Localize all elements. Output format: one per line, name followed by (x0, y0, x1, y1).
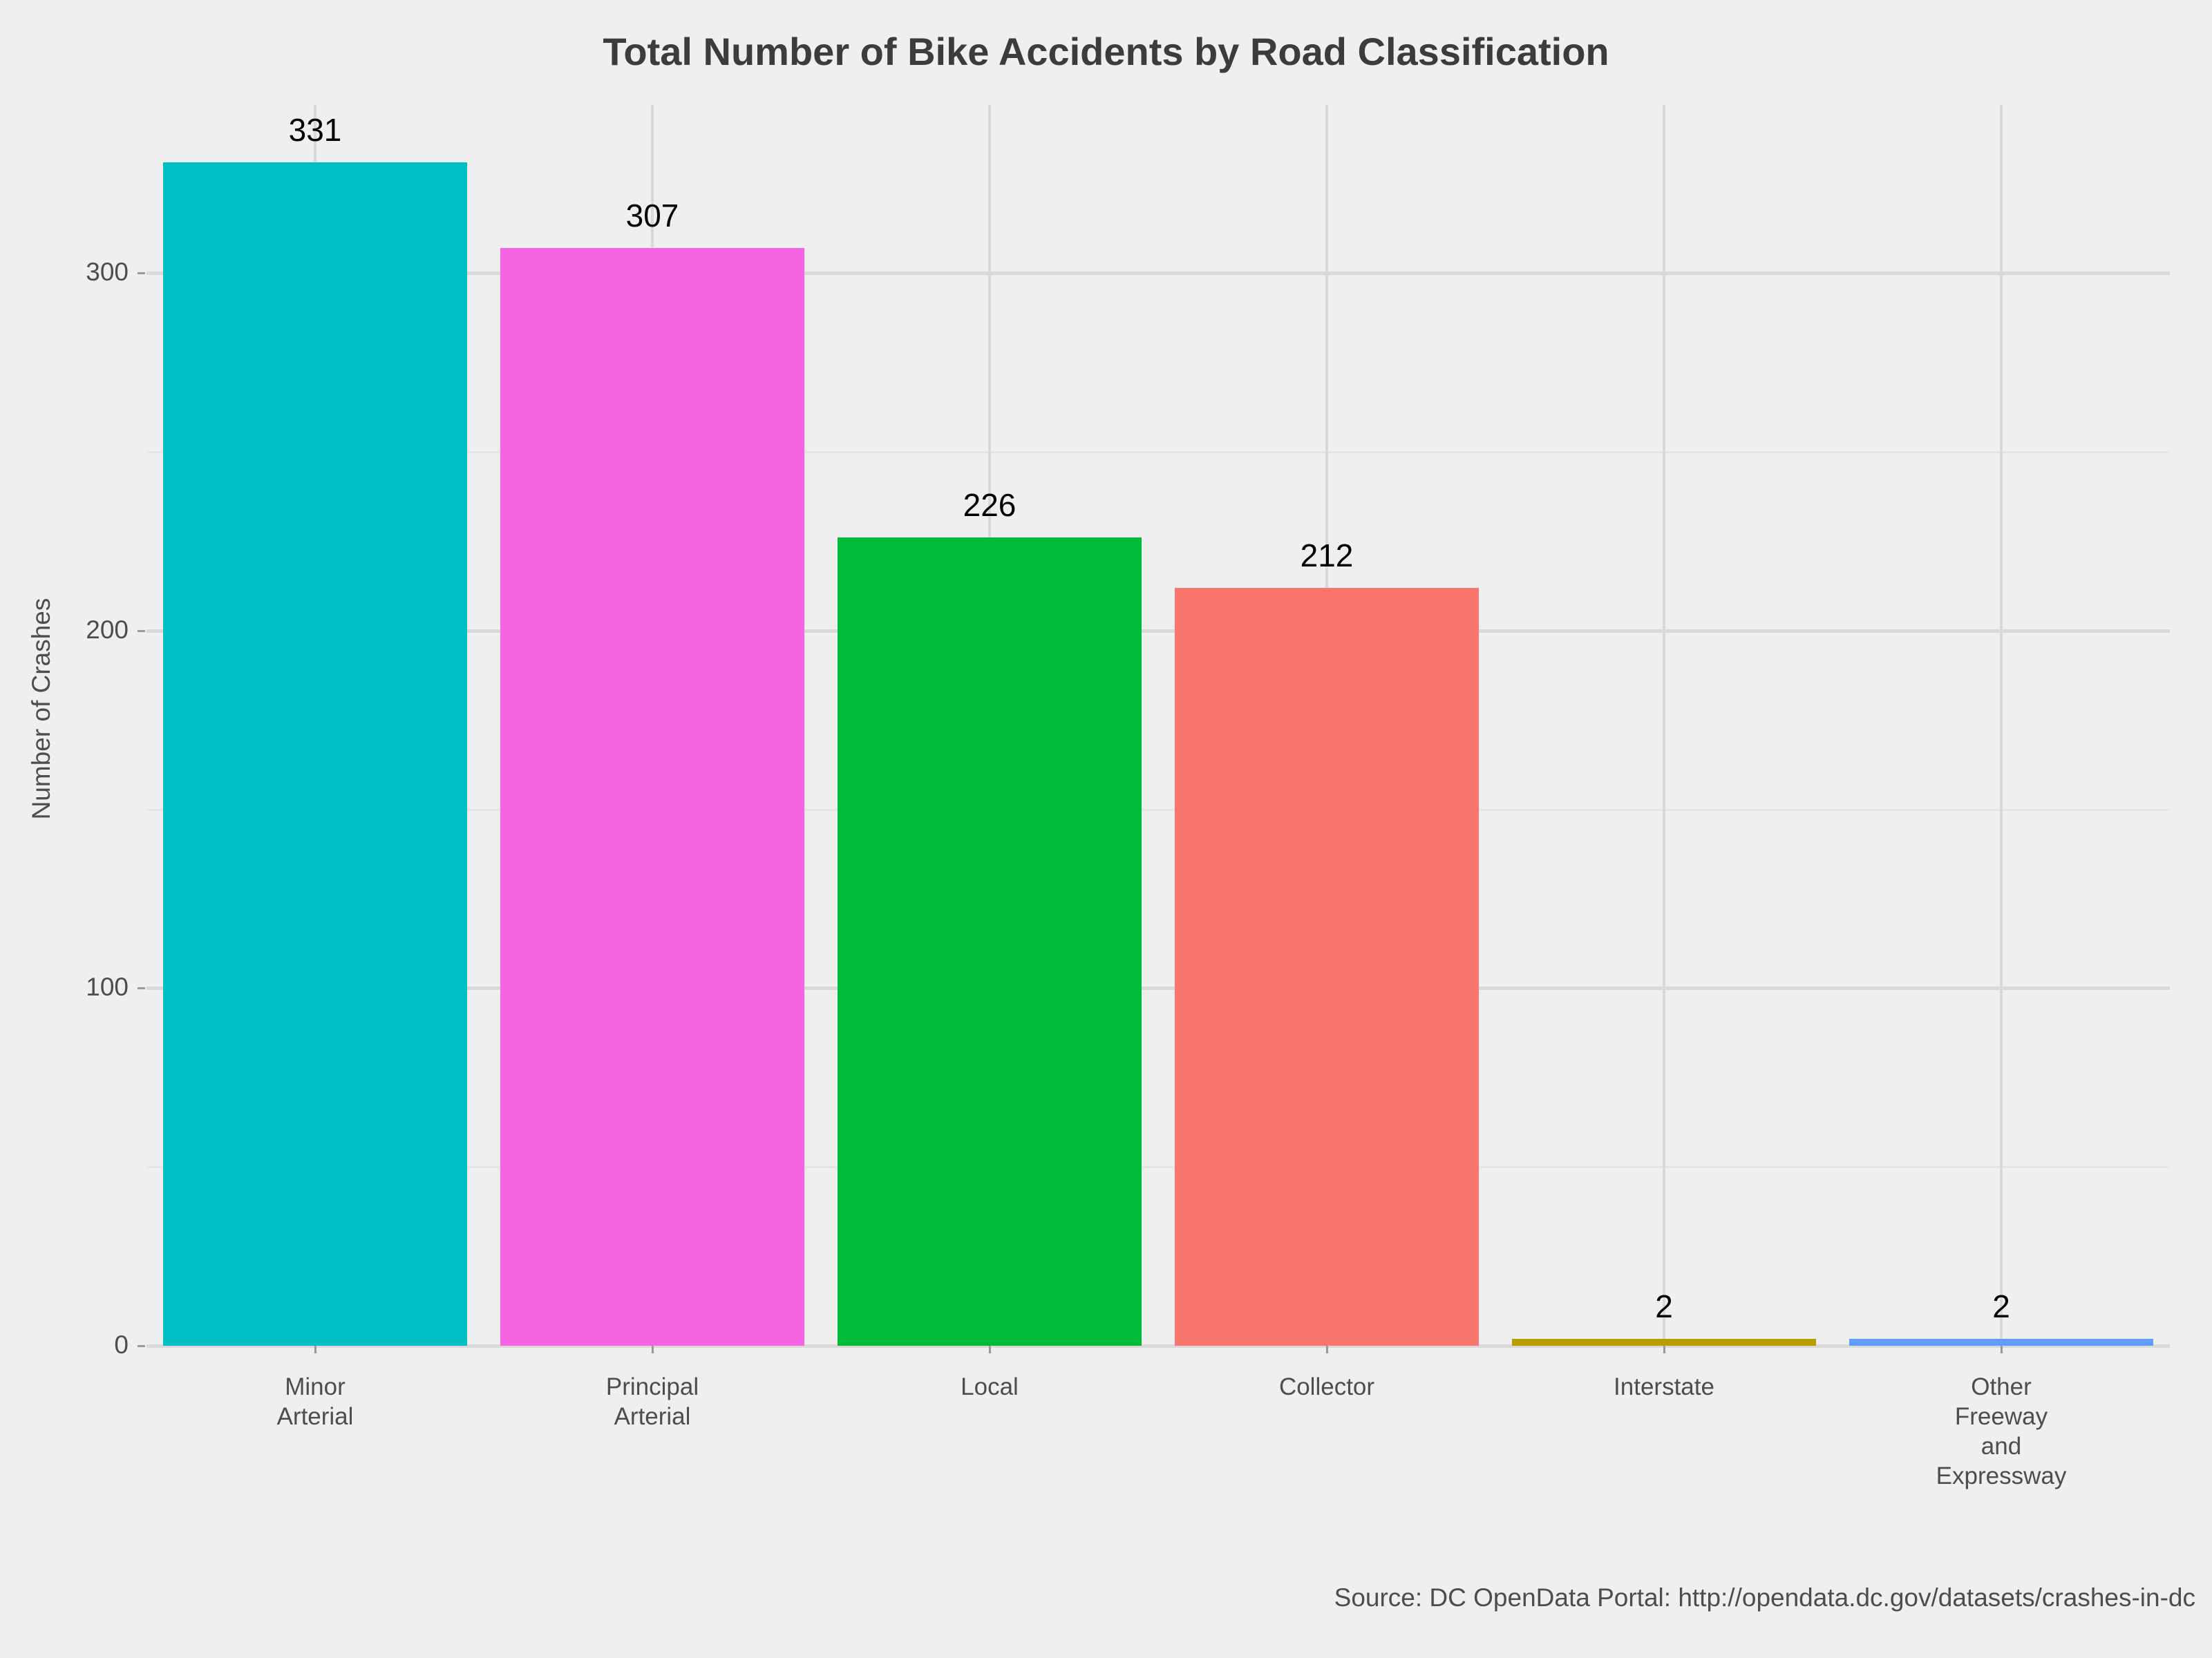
x-axis-tick-mark (314, 1346, 316, 1353)
x-axis-tick-mark (652, 1346, 654, 1353)
bar-value-label: 212 (1300, 537, 1354, 573)
bar-value-label: 307 (625, 198, 679, 234)
bar[interactable] (1512, 1338, 1816, 1346)
x-axis-tick-label-line: and (1981, 1433, 2022, 1460)
bar[interactable] (1849, 1338, 2153, 1346)
x-axis-tick-label-line: Other (1971, 1373, 2032, 1400)
y-axis-tick-mark (138, 1345, 145, 1347)
x-axis-tick-label: Interstate (1491, 1372, 1837, 1402)
plot-panel: 331 307 226 212 2 2 (146, 105, 2170, 1348)
y-axis-tick-mark (138, 987, 145, 990)
bar[interactable] (838, 537, 1142, 1346)
bar-chart: Total Number of Bike Accidents by Road C… (0, 0, 2212, 1658)
x-axis-tick-label-line: Principal (605, 1373, 699, 1400)
y-axis-tick-mark (138, 629, 145, 632)
x-axis-tick-label-line: Arterial (614, 1403, 691, 1430)
bar-value-label: 331 (288, 111, 342, 148)
y-axis-title: Number of Crashes (27, 598, 55, 820)
bar[interactable] (500, 248, 804, 1346)
bar-value-label: 226 (963, 487, 1017, 524)
x-axis-tick-label-line: Interstate (1614, 1373, 1714, 1400)
x-axis-tick-label-line: Local (961, 1373, 1019, 1400)
x-axis-tick-mark (2001, 1346, 2003, 1353)
bar[interactable] (163, 162, 467, 1346)
x-axis-tick-label-line: Collector (1278, 1373, 1375, 1400)
x-axis-tick-label-line: Expressway (1936, 1462, 2067, 1489)
x-axis-tick-mark (989, 1346, 991, 1353)
x-axis-tick-label: Minor Arterial (142, 1372, 488, 1431)
x-axis-tick-label: Local (817, 1372, 1162, 1402)
x-axis-tick-label-line: Freeway (1954, 1403, 2048, 1430)
x-axis-tick-label: Collector (1154, 1372, 1500, 1402)
chart-title: Total Number of Bike Accidents by Road C… (603, 30, 1609, 73)
x-axis-tick-mark (1663, 1346, 1665, 1353)
bar-value-label: 2 (1655, 1288, 1673, 1324)
x-axis-tick-mark (1326, 1346, 1328, 1353)
x-axis-tick-label-line: Arterial (276, 1403, 354, 1430)
bar-value-label: 2 (1992, 1288, 2010, 1324)
gridline-major-vertical (1663, 105, 1665, 1346)
x-axis-tick-label: Other Freeway and Expressway (1828, 1372, 2174, 1491)
y-axis-tick-label: 300 (86, 258, 129, 287)
y-axis-tick-label: 0 (114, 1331, 129, 1359)
y-axis-tick-mark (138, 272, 145, 275)
y-axis-tick-label: 200 (86, 615, 129, 644)
x-axis-tick-label-line: Minor (285, 1373, 346, 1400)
chart-caption: Source: DC OpenData Portal: http://opend… (1334, 1583, 2195, 1612)
bar[interactable] (1175, 587, 1479, 1346)
y-axis-tick-label: 100 (86, 973, 129, 1002)
x-axis-tick-label: Principal Arterial (480, 1372, 825, 1431)
gridline-major-vertical (2000, 105, 2003, 1346)
